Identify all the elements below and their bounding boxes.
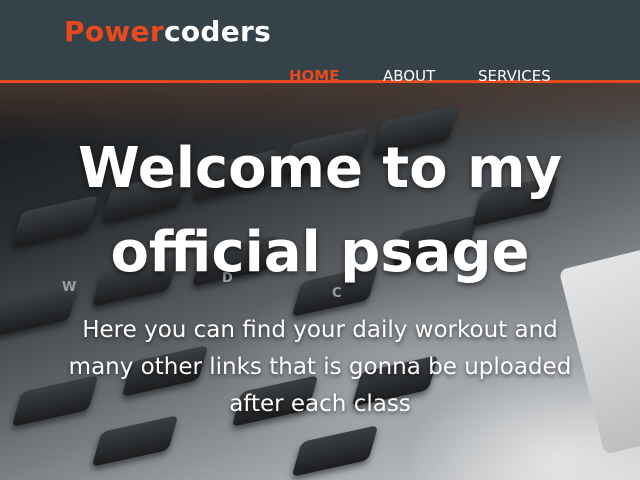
nav-home-link[interactable]: HOME bbox=[289, 66, 339, 86]
nav-about-link[interactable]: ABOUT bbox=[383, 66, 435, 86]
hero-title: Welcome to my official psage bbox=[77, 136, 563, 285]
main-nav: HOME ABOUT SERVICES bbox=[0, 66, 640, 88]
keyboard-key bbox=[291, 425, 379, 477]
hero-description: Here you can find your daily workout and… bbox=[68, 317, 572, 417]
logo-text: coders bbox=[163, 15, 272, 48]
nav-services-link[interactable]: SERVICES bbox=[478, 66, 551, 86]
site-logo[interactable]: Powercoders bbox=[64, 15, 271, 48]
showcase-hero: W D C Welcome to my official psage Here … bbox=[0, 83, 640, 480]
logo-highlight: Power bbox=[64, 15, 164, 48]
